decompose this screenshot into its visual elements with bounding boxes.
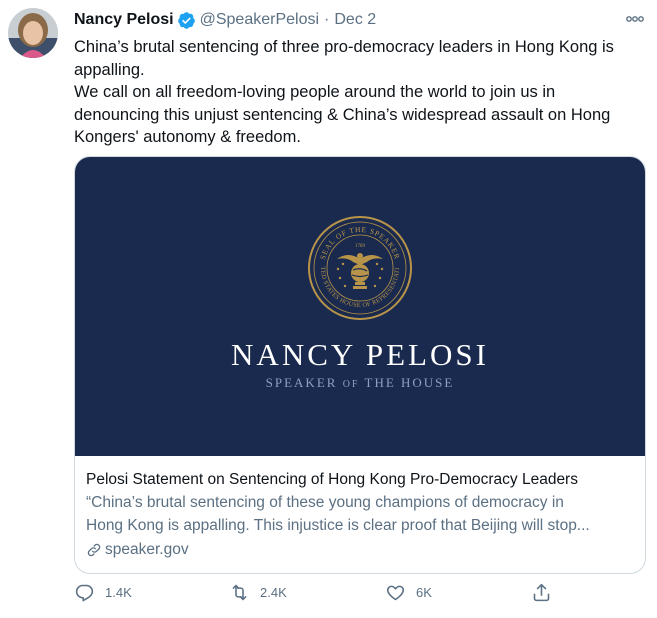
tweet-text-line: appalling.	[74, 60, 145, 79]
retweet-count: 2.4K	[260, 585, 287, 600]
like-count: 6K	[416, 585, 432, 600]
link-card[interactable]: SEAL OF THE SPEAKER UNITED STATES HOUSE …	[74, 156, 646, 574]
card-domain[interactable]: speaker.gov	[86, 538, 633, 561]
reply-icon	[75, 584, 94, 602]
speaker-seal-logo: SEAL OF THE SPEAKER UNITED STATES HOUSE …	[307, 215, 412, 320]
avatar-photo	[8, 8, 58, 58]
tweet-text-line: Kongers' autonomy & freedom.	[74, 128, 301, 146]
card-title[interactable]: Pelosi Statement on Sentencing of Hong K…	[86, 468, 633, 491]
tweet-actions: 1.4K 2.4K 6K	[74, 582, 554, 610]
more-options-icon[interactable]	[624, 10, 646, 28]
card-domain-text: speaker.gov	[105, 541, 189, 558]
tweet-date[interactable]: Dec 2	[334, 11, 376, 29]
card-body[interactable]: Pelosi Statement on Sentencing of Hong K…	[75, 456, 645, 561]
heart-icon	[386, 585, 405, 601]
retweet-button[interactable]: 2.4K	[229, 582, 287, 603]
tweet-header: Nancy Pelosi @SpeakerPelosi · Dec 2	[74, 8, 646, 32]
share-button[interactable]	[531, 582, 552, 603]
tweet-text-line: denouncing this unjust sentencing & Chin…	[74, 105, 611, 124]
like-button[interactable]: 6K	[385, 582, 432, 603]
card-image-subtitle: SPEAKER OF THE HOUSE	[265, 375, 455, 390]
reply-button[interactable]: 1.4K	[74, 582, 132, 603]
tweet-text-line: We call on all freedom-loving people aro…	[74, 83, 556, 101]
card-image-title: NANCY PELOSI	[231, 337, 489, 372]
avatar[interactable]	[8, 8, 58, 58]
tweet-text: China’s brutal sentencing of three pro-d…	[74, 36, 646, 149]
reply-count: 1.4K	[105, 585, 132, 600]
tweet-content: Nancy Pelosi @SpeakerPelosi · Dec 2 Chin…	[74, 8, 646, 574]
tweet-text-line: China’s brutal sentencing of three pro-d…	[74, 38, 614, 56]
tweet[interactable]: Nancy Pelosi @SpeakerPelosi · Dec 2 Chin…	[0, 0, 657, 618]
retweet-icon	[232, 584, 247, 601]
card-image[interactable]: SEAL OF THE SPEAKER UNITED STATES HOUSE …	[75, 157, 645, 456]
svg-text:1789: 1789	[355, 244, 366, 249]
separator-dot: ·	[324, 11, 330, 28]
link-icon	[87, 543, 101, 556]
author-handle[interactable]: @SpeakerPelosi	[200, 11, 319, 29]
card-description-line: “China’s brutal sentencing of these youn…	[86, 494, 564, 511]
share-icon	[533, 583, 550, 602]
verified-badge-icon	[177, 11, 196, 30]
card-description: “China’s brutal sentencing of these youn…	[86, 491, 633, 537]
card-description-line: Hong Kong is appalling. This injustice i…	[86, 517, 590, 534]
author-name[interactable]: Nancy Pelosi	[74, 11, 174, 29]
